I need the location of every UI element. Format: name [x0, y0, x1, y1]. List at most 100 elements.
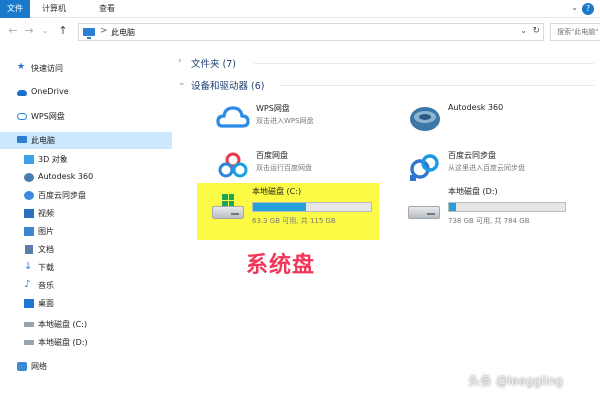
pictures-icon — [24, 227, 34, 236]
navigation-pane: ★ 快速访问 OneDrive WPS网盘 此电脑 3D 对象 Autodesk… — [0, 48, 172, 400]
sidebar-item-label: 本地磁盘 (C:) — [38, 320, 88, 329]
address-bar[interactable]: > 此电脑 ⌄ ↻ — [78, 23, 544, 41]
breadcrumb-separator: > — [100, 26, 108, 36]
sidebar-item-label: Autodesk 360 — [38, 172, 94, 181]
computer-icon — [17, 136, 27, 143]
history-chevron-icon[interactable]: ⌄ — [38, 24, 52, 38]
group-folders[interactable]: › 文件夹 (7) — [176, 54, 600, 70]
baidu-sync-icon — [410, 154, 439, 181]
system-drive-annotation: 系统盘 — [246, 252, 316, 278]
desktop-icon — [24, 299, 34, 308]
search-input[interactable]: 搜索"此电脑" — [550, 23, 600, 41]
sidebar-item-music[interactable]: ♪ 音乐 — [0, 277, 172, 294]
sidebar-item-drive-d[interactable]: 本地磁盘 (D:) — [0, 334, 172, 351]
drive-usage-fill — [449, 203, 456, 211]
sidebar-item-label: 文档 — [38, 245, 54, 254]
tile-drive-c[interactable]: 本地磁盘 (C:) 63.3 GB 可用, 共 115 GB — [210, 186, 376, 234]
sidebar-item-pictures[interactable]: 图片 — [0, 223, 172, 240]
refresh-icon[interactable]: ↻ — [532, 26, 540, 36]
sidebar-item-documents[interactable]: 文档 — [0, 241, 172, 258]
sidebar-item-downloads[interactable]: ↓ 下载 — [0, 259, 172, 276]
sidebar-item-label: 视频 — [38, 209, 54, 218]
documents-icon — [25, 245, 33, 254]
tile-description: 双击进入WPS网盘 — [256, 117, 314, 125]
network-icon — [17, 362, 27, 371]
baidu-pan-icon — [218, 152, 248, 178]
tile-name: WPS网盘 — [256, 104, 290, 113]
pin-icon: ★ — [17, 62, 26, 72]
sidebar-item-this-pc[interactable]: 此电脑 — [0, 132, 172, 149]
wps-cloud-icon — [216, 106, 250, 128]
tile-drive-d[interactable]: 本地磁盘 (D:) 738 GB 可用, 共 784 GB — [406, 186, 596, 234]
tile-name: 百度云同步盘 — [448, 151, 496, 160]
drive-size-text: 738 GB 可用, 共 784 GB — [448, 217, 530, 225]
sidebar-item-autodesk[interactable]: Autodesk 360 — [0, 169, 172, 186]
sidebar-item-label: 网络 — [31, 362, 47, 371]
help-icon[interactable]: ? — [582, 3, 594, 15]
sidebar-item-label: 桌面 — [38, 299, 54, 308]
drive-icon — [24, 340, 34, 345]
drive-usage-fill — [253, 203, 307, 211]
tile-name: 百度网盘 — [256, 151, 288, 160]
sidebar-item-label: 百度云同步盘 — [38, 191, 86, 200]
ribbon: 文件 计算机 查看 ⌄ ? — [0, 0, 600, 18]
drive-icon — [24, 322, 34, 327]
wps-cloud-icon — [17, 113, 27, 120]
group-divider — [254, 63, 594, 64]
tile-description: 双击运行百度网盘 — [256, 164, 312, 172]
tile-autodesk[interactable]: Autodesk 360 — [406, 100, 596, 138]
drive-usage-bar — [448, 202, 566, 212]
sidebar-item-label: OneDrive — [31, 87, 69, 96]
sidebar-item-video[interactable]: 视频 — [0, 205, 172, 222]
forward-arrow-icon[interactable]: → — [22, 24, 36, 38]
tile-name: 本地磁盘 (C:) — [252, 187, 302, 196]
sidebar-item-baidu-sync[interactable]: 百度云同步盘 — [0, 187, 172, 204]
sidebar-item-3d-objects[interactable]: 3D 对象 — [0, 151, 172, 168]
download-icon: ↓ — [24, 261, 33, 272]
tab-file[interactable]: 文件 — [0, 0, 30, 18]
sidebar-item-wps[interactable]: WPS网盘 — [0, 108, 172, 125]
address-row: ← → ⌄ ↑ > 此电脑 ⌄ ↻ 搜索"此电脑" — [0, 20, 600, 44]
tile-wps-cloud[interactable]: WPS网盘 双击进入WPS网盘 — [214, 100, 404, 138]
sidebar-item-label: 快速访问 — [31, 64, 63, 73]
group-divider — [280, 85, 594, 86]
sidebar-item-quick-access[interactable]: ★ 快速访问 — [0, 60, 172, 77]
autodesk-icon — [410, 107, 440, 131]
group-devices-label: 设备和驱动器 (6) — [191, 81, 265, 92]
sidebar-item-label: 下载 — [38, 263, 54, 272]
chevron-down-icon[interactable]: ⌄ — [178, 78, 186, 88]
chevron-right-icon[interactable]: › — [178, 56, 182, 66]
sidebar-item-drive-c[interactable]: 本地磁盘 (C:) — [0, 316, 172, 333]
group-folders-label: 文件夹 (7) — [191, 59, 236, 70]
drive-size-text: 63.3 GB 可用, 共 115 GB — [252, 217, 336, 225]
video-icon — [24, 209, 34, 218]
tile-baidu-pan[interactable]: 百度网盘 双击运行百度网盘 — [214, 147, 404, 185]
baidu-sync-icon — [24, 191, 34, 200]
watermark: 头条 @leeggling — [468, 374, 564, 388]
sidebar-item-label: 图片 — [38, 227, 54, 236]
sidebar-item-onedrive[interactable]: OneDrive — [0, 84, 172, 101]
back-arrow-icon[interactable]: ← — [6, 24, 20, 38]
tab-view[interactable]: 查看 — [92, 0, 122, 18]
group-devices[interactable]: ⌄ 设备和驱动器 (6) — [176, 76, 600, 92]
3d-objects-icon — [24, 155, 34, 164]
tile-baidu-sync[interactable]: 百度云同步盘 从这里进入百度云同步盘 — [406, 147, 596, 185]
tile-name: Autodesk 360 — [448, 103, 504, 112]
computer-icon — [83, 28, 95, 39]
sidebar-item-label: WPS网盘 — [31, 112, 65, 121]
tab-computer[interactable]: 计算机 — [36, 0, 72, 18]
ribbon-expand-icon[interactable]: ⌄ — [571, 3, 578, 12]
up-arrow-icon[interactable]: ↑ — [56, 24, 70, 38]
drive-usage-bar — [252, 202, 372, 212]
sidebar-item-label: 本地磁盘 (D:) — [38, 338, 88, 347]
address-dropdown-icon[interactable]: ⌄ — [520, 26, 527, 35]
autodesk-icon — [24, 173, 34, 182]
sidebar-item-desktop[interactable]: 桌面 — [0, 295, 172, 312]
tile-name: 本地磁盘 (D:) — [448, 187, 498, 196]
sidebar-item-label: 音乐 — [38, 281, 54, 290]
onedrive-icon — [17, 90, 27, 96]
sidebar-item-label: 3D 对象 — [38, 155, 68, 164]
breadcrumb-this-pc[interactable]: 此电脑 — [111, 27, 135, 38]
sidebar-item-network[interactable]: 网络 — [0, 358, 172, 375]
music-icon: ♪ — [24, 279, 31, 290]
